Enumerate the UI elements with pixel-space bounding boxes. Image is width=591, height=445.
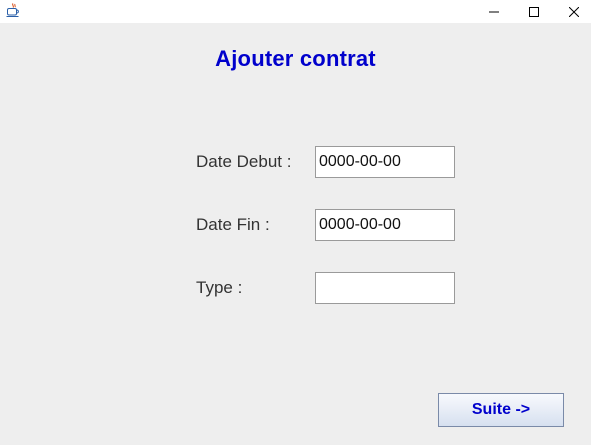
date-debut-label: Date Debut : [196,152,292,171]
close-icon [568,2,580,21]
date-fin-input[interactable] [315,209,455,241]
date-fin-label: Date Fin : [196,215,270,234]
page-title: Ajouter contrat [215,46,376,71]
date-debut-input[interactable] [315,146,455,178]
type-input[interactable] [315,272,455,304]
type-label: Type : [196,278,243,297]
minimize-icon [489,2,499,21]
window-titlebar[interactable] [0,0,591,23]
minimize-button[interactable] [474,0,514,23]
java-coffee-cup-icon [6,3,20,18]
maximize-button[interactable] [514,0,554,23]
maximize-icon [529,2,539,21]
suite-button[interactable]: Suite -> [438,393,564,427]
form-panel: Ajouter contrat Date Debut : Date Fin : … [0,23,591,445]
close-button[interactable] [554,0,591,23]
